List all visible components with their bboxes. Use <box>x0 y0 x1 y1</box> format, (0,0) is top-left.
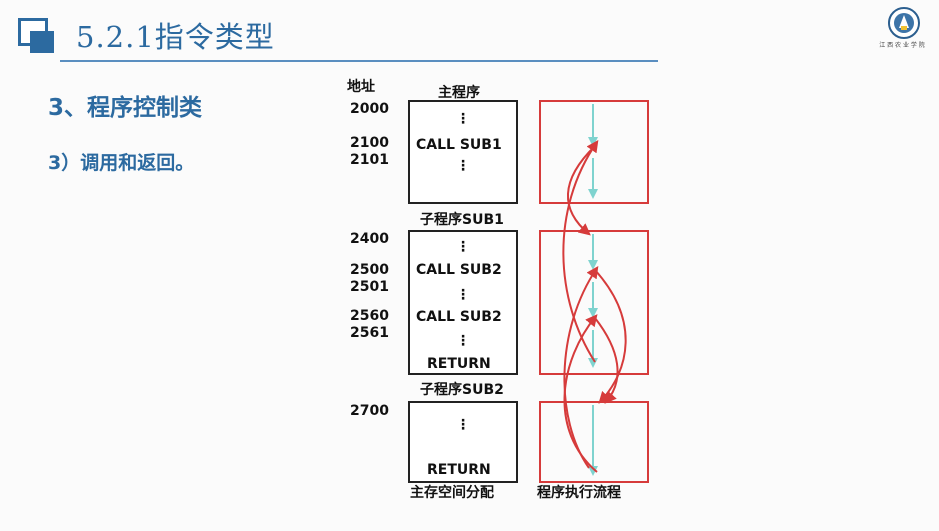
execution-flow-arrows <box>562 104 627 476</box>
call-arrow <box>594 317 619 404</box>
return-arrow <box>562 140 599 363</box>
slide: 5.2.1指令类型 江 西 农 业 学 院 3、程序控制类 3）调用和返回。 地… <box>0 0 939 531</box>
call-arrow <box>594 269 627 404</box>
